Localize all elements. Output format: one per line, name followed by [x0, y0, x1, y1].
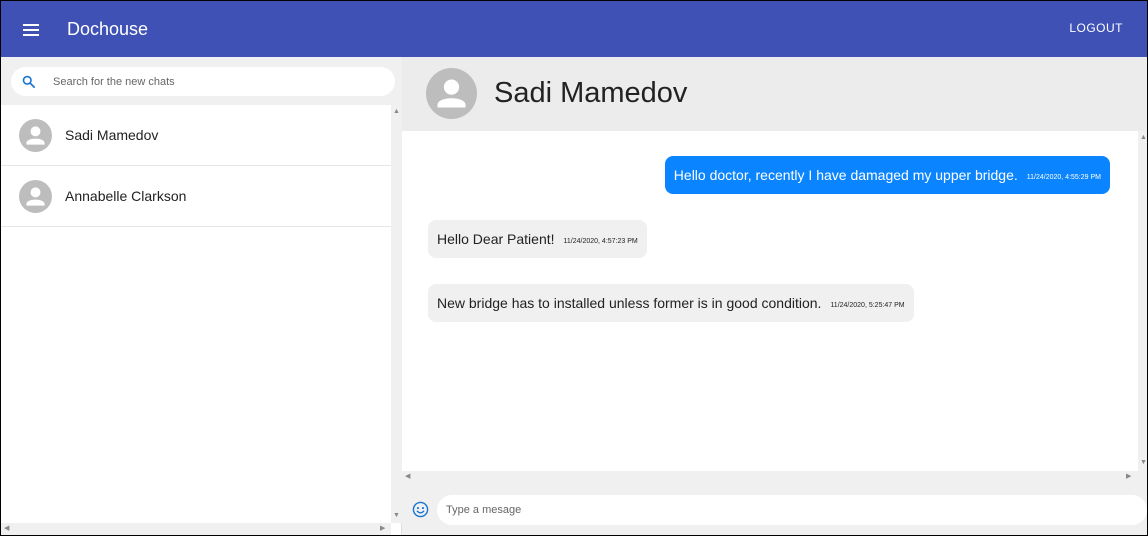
app-window: Dochouse LOGOUT Sadi Mamedov: [0, 0, 1148, 536]
message-bubble-outgoing: Hello doctor, recently I have damaged my…: [664, 156, 1110, 194]
scroll-left-arrow-icon[interactable]: ◀: [4, 525, 9, 533]
vertical-scrollbar[interactable]: ▲ ▼: [1138, 131, 1147, 471]
scroll-left-arrow-icon[interactable]: ◀: [405, 473, 410, 481]
vertical-scrollbar[interactable]: ▲ ▼: [391, 105, 402, 523]
chat-list: Sadi Mamedov Annabelle Clarkson: [1, 105, 391, 522]
horizontal-scrollbar[interactable]: ◀ ▶: [402, 471, 1147, 483]
message-input[interactable]: [437, 495, 1147, 525]
message-timestamp: 11/24/2020, 4:55:29 PM: [1026, 173, 1101, 181]
scroll-up-arrow-icon[interactable]: ▲: [1140, 134, 1147, 142]
scroll-up-arrow-icon[interactable]: ▲: [393, 108, 400, 116]
emoji-icon[interactable]: [412, 501, 429, 518]
avatar-icon: [19, 180, 52, 213]
chat-name: Sadi Mamedov: [65, 127, 159, 143]
horizontal-scrollbar[interactable]: ◀ ▶: [1, 523, 391, 535]
message-text: New bridge has to installed unless forme…: [437, 295, 822, 311]
menu-icon[interactable]: [23, 23, 39, 37]
avatar-icon: [426, 68, 477, 119]
scroll-down-arrow-icon[interactable]: ▼: [393, 512, 400, 520]
search-box[interactable]: [11, 67, 395, 96]
search-icon: [22, 75, 35, 88]
search-bar: [1, 57, 402, 105]
scroll-right-arrow-icon[interactable]: ▶: [380, 525, 385, 533]
chat-name: Annabelle Clarkson: [65, 188, 187, 204]
message-timestamp: 11/24/2020, 5:25:47 PM: [830, 301, 905, 309]
scroll-down-arrow-icon[interactable]: ▼: [1140, 459, 1147, 467]
message-bubble-incoming: Hello Dear Patient! 11/24/2020, 4:57:23 …: [428, 220, 647, 258]
chat-list-item[interactable]: Sadi Mamedov: [1, 105, 391, 166]
app-title: Dochouse: [67, 19, 149, 39]
app-bar: Dochouse LOGOUT: [1, 1, 1147, 57]
avatar-icon: [19, 119, 52, 152]
contact-name: Sadi Mamedov: [494, 77, 688, 109]
conversation-header: Sadi Mamedov: [402, 57, 1147, 131]
scroll-right-arrow-icon[interactable]: ▶: [1126, 473, 1131, 481]
search-input[interactable]: [53, 67, 383, 96]
chat-list-item[interactable]: Annabelle Clarkson: [1, 166, 391, 227]
conversation-panel: Sadi Mamedov Hello doctor, recently I ha…: [402, 57, 1147, 535]
message-list: Hello doctor, recently I have damaged my…: [402, 131, 1138, 471]
compose-bar: [402, 483, 1147, 535]
message-text: Hello Dear Patient!: [437, 231, 555, 247]
message-bubble-incoming: New bridge has to installed unless forme…: [428, 284, 914, 322]
message-timestamp: 11/24/2020, 4:57:23 PM: [563, 237, 638, 245]
message-text: Hello doctor, recently I have damaged my…: [673, 167, 1018, 183]
chat-sidebar: Sadi Mamedov Annabelle Clarkson ▲ ▼ ◀ ▶: [1, 57, 402, 535]
logout-button[interactable]: LOGOUT: [1069, 21, 1123, 35]
